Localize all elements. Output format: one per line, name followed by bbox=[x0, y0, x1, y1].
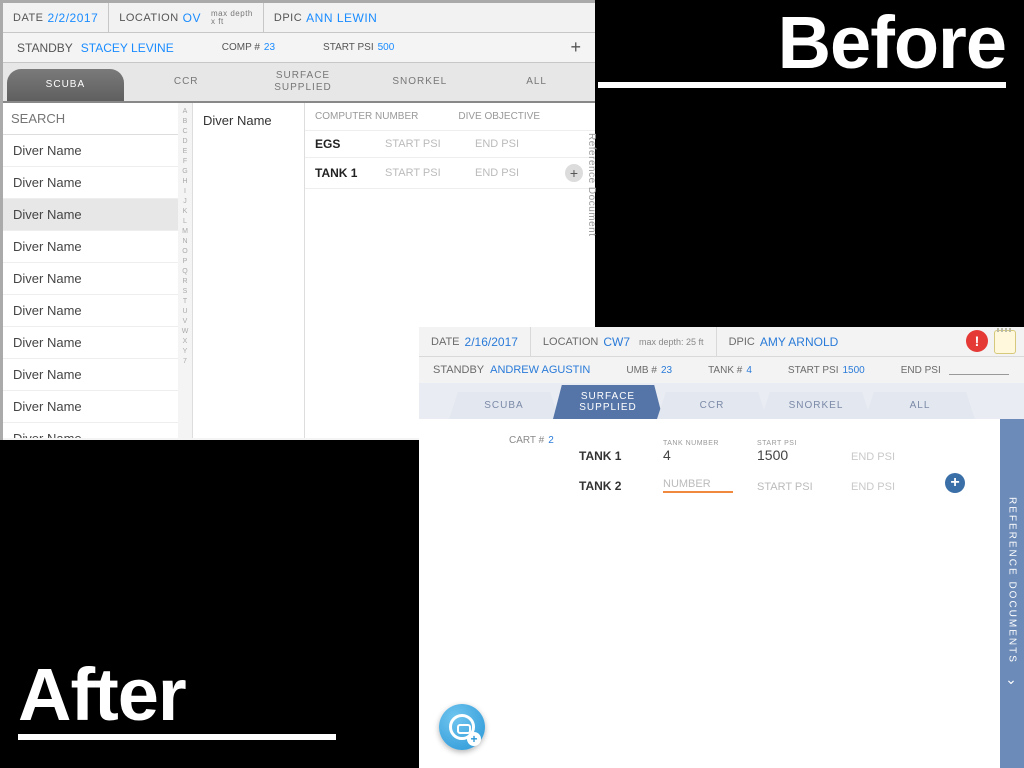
location-label: LOCATION bbox=[119, 12, 178, 24]
standby-label: STANDBY bbox=[17, 41, 73, 55]
diver-row[interactable]: Diver Name bbox=[3, 423, 178, 438]
plus-icon: + bbox=[467, 732, 481, 746]
date-cell: DATE 2/16/2017 bbox=[419, 327, 531, 356]
date-value[interactable]: 2/2/2017 bbox=[48, 11, 99, 25]
tab-all[interactable]: ALL bbox=[478, 70, 595, 94]
after-header2: STANDBY ANDREW AGUSTIN UMB #23 TANK #4 S… bbox=[419, 357, 1024, 383]
col-dive-objective: DIVE OBJECTIVE bbox=[458, 111, 540, 122]
dpic-label: DPIC bbox=[729, 336, 755, 348]
before-header: DATE 2/2/2017 LOCATION OV max depthx ft … bbox=[3, 3, 595, 33]
diver-row[interactable]: Diver Name bbox=[3, 135, 178, 167]
tab-ccr[interactable]: CCR bbox=[657, 392, 767, 419]
tank-row: TANK 1TANK NUMBER4START PSI1500END PSI bbox=[579, 433, 1024, 463]
alert-icon[interactable]: ! bbox=[966, 330, 988, 352]
col-computer-number: COMPUTER NUMBER bbox=[315, 111, 418, 122]
selected-diver-panel: Diver Name bbox=[193, 103, 305, 438]
diver-list-panel: + Diver NameDiver NameDiver NameDiver Na… bbox=[3, 103, 193, 438]
search-row: + bbox=[3, 103, 178, 135]
after-header: DATE 2/16/2017 LOCATION CW7 max depth: 2… bbox=[419, 327, 1024, 357]
dpic-value[interactable]: ANN LEWIN bbox=[306, 11, 377, 25]
detail-row: EGSSTART PSIEND PSI bbox=[305, 131, 595, 158]
end-psi-field[interactable]: END PSI bbox=[851, 481, 921, 493]
search-input[interactable] bbox=[11, 111, 178, 126]
date-label: DATE bbox=[13, 12, 44, 24]
date-cell: DATE 2/2/2017 bbox=[3, 3, 109, 32]
after-label: After bbox=[18, 658, 336, 740]
start-psi-field[interactable]: START PSI bbox=[757, 481, 827, 493]
add-button[interactable]: + bbox=[570, 37, 581, 58]
date-value[interactable]: 2/16/2017 bbox=[465, 335, 518, 349]
diver-row[interactable]: Diver Name bbox=[3, 167, 178, 199]
tank-number-field[interactable]: TANK NUMBER4 bbox=[663, 440, 733, 463]
tab-ccr[interactable]: CCR bbox=[128, 70, 245, 94]
tab-scuba[interactable]: SCUBA bbox=[449, 392, 559, 419]
location-cell: LOCATION CW7 max depth: 25 ft bbox=[531, 327, 717, 356]
tank-row: TANK 2NUMBERSTART PSIEND PSI+ bbox=[579, 463, 1024, 493]
location-label: LOCATION bbox=[543, 336, 598, 348]
dpic-cell: DPIC AMY ARNOLD bbox=[717, 327, 851, 356]
dpic-cell: DPIC ANN LEWIN bbox=[264, 3, 387, 32]
diver-row[interactable]: Diver Name bbox=[3, 295, 178, 327]
after-tabs: SCUBASURFACESUPPLIEDCCRSNORKELALL bbox=[419, 383, 1024, 419]
location-value[interactable]: CW7 bbox=[603, 335, 630, 349]
tab-all[interactable]: ALL bbox=[865, 392, 975, 419]
header-icons: ! bbox=[966, 330, 1024, 354]
before-tabs: SCUBACCRSURFACESUPPLIEDSNORKELALL bbox=[3, 63, 595, 101]
add-tank-button[interactable]: + bbox=[945, 473, 965, 493]
depth-note: max depth: 25 ft bbox=[639, 337, 704, 347]
diver-row[interactable]: Diver Name bbox=[3, 263, 178, 295]
before-header2: STANDBY STACEY LEVINE COMP #23 START PSI… bbox=[3, 33, 595, 63]
reference-documents-tab[interactable]: Reference Document bbox=[586, 133, 597, 237]
tank-number-field[interactable]: NUMBER bbox=[663, 478, 733, 493]
depth-note: max depthx ft bbox=[211, 10, 253, 26]
start-psi-field[interactable]: START PSI1500 bbox=[757, 440, 827, 463]
location-cell: LOCATION OV max depthx ft bbox=[109, 3, 264, 32]
notes-icon[interactable] bbox=[994, 330, 1016, 354]
add-tank-button[interactable]: + bbox=[565, 164, 583, 182]
selected-diver-name: Diver Name bbox=[203, 113, 272, 128]
date-label: DATE bbox=[431, 336, 460, 348]
diver-row[interactable]: Diver Name bbox=[3, 327, 178, 359]
tab-surface-supplied[interactable]: SURFACESUPPLIED bbox=[553, 385, 663, 419]
tab-surface-supplied[interactable]: SURFACESUPPLIED bbox=[245, 64, 362, 100]
diver-row[interactable]: Diver Name bbox=[3, 391, 178, 423]
diver-list: + Diver NameDiver NameDiver NameDiver Na… bbox=[3, 103, 178, 438]
startpsi-pair: START PSI500 bbox=[323, 42, 394, 53]
chevron-down-icon: ⌄ bbox=[1004, 672, 1020, 690]
comp-pair: COMP #23 bbox=[222, 42, 275, 53]
cart-label: CART #2 bbox=[509, 435, 554, 446]
detail-row: TANK 1START PSIEND PSI+ bbox=[305, 158, 595, 189]
before-label: Before bbox=[598, 6, 1006, 88]
tab-snorkel[interactable]: SNORKEL bbox=[761, 392, 871, 419]
add-diver-fab[interactable]: + bbox=[439, 704, 485, 750]
standby-label: STANDBY bbox=[433, 364, 484, 376]
alpha-index[interactable]: ABCDEFGHIJKLMNOPQRSTUVWXY7 bbox=[178, 103, 192, 438]
after-content: CART #2 TANK 1TANK NUMBER4START PSI1500E… bbox=[419, 419, 1024, 768]
standby-value[interactable]: ANDREW AGUSTIN bbox=[490, 364, 590, 376]
dpic-value[interactable]: AMY ARNOLD bbox=[760, 335, 838, 349]
standby-value[interactable]: STACEY LEVINE bbox=[81, 41, 174, 55]
location-value[interactable]: OV bbox=[183, 11, 201, 25]
tab-scuba[interactable]: SCUBA bbox=[7, 69, 124, 101]
after-panel: DATE 2/16/2017 LOCATION CW7 max depth: 2… bbox=[419, 327, 1024, 768]
reference-documents-tab[interactable]: REFERENCE DOCUMENTS⌄ bbox=[1000, 419, 1024, 768]
dpic-label: DPIC bbox=[274, 12, 302, 24]
tab-snorkel[interactable]: SNORKEL bbox=[361, 70, 478, 94]
end-psi-field[interactable]: END PSI bbox=[851, 451, 921, 463]
diver-row[interactable]: Diver Name bbox=[3, 231, 178, 263]
diver-row[interactable]: Diver Name bbox=[3, 199, 178, 231]
diver-row[interactable]: Diver Name bbox=[3, 359, 178, 391]
detail-header: COMPUTER NUMBER DIVE OBJECTIVE bbox=[305, 103, 595, 131]
endpsi-input[interactable] bbox=[949, 365, 1009, 375]
